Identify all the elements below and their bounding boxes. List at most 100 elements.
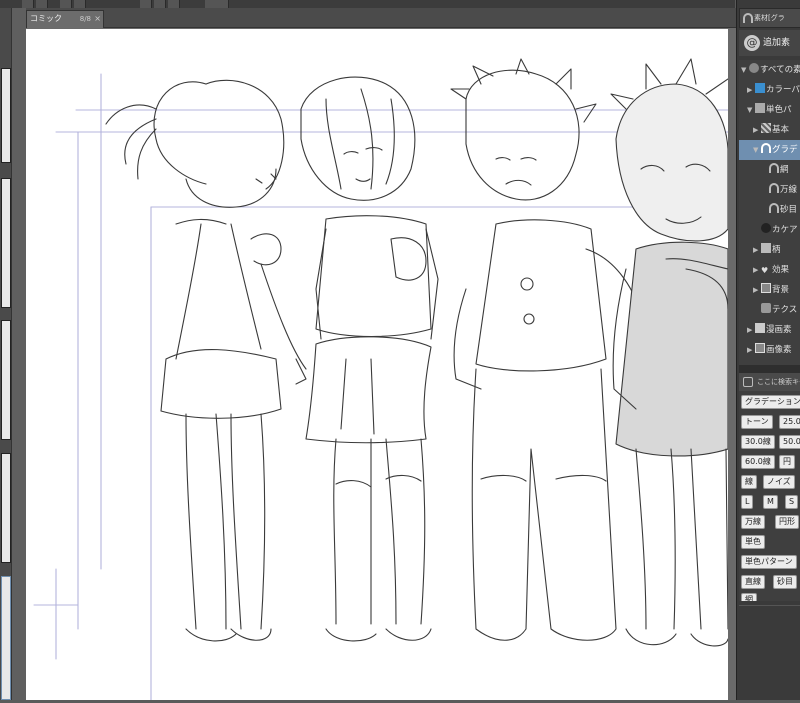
tag-button[interactable]: 網 — [741, 593, 757, 601]
tag-button[interactable]: 線 — [741, 475, 757, 489]
chevron-right-icon[interactable]: ▶ — [753, 260, 761, 280]
tree-item-image[interactable]: ▶ 画像素 — [739, 340, 800, 360]
chevron-right-icon[interactable]: ▶ — [747, 340, 755, 360]
chevron-down-icon[interactable]: ▼ — [753, 140, 761, 160]
scale-tool-icon[interactable] — [168, 0, 180, 8]
page-thumbnail-strip — [0, 8, 12, 700]
tree-item-sand[interactable]: 砂目 — [739, 200, 800, 220]
gradient-icon — [743, 13, 753, 23]
character-ponytail — [105, 79, 307, 642]
page-thumbnail[interactable] — [1, 453, 11, 563]
transform-tool-icon[interactable] — [154, 0, 166, 8]
tag-button[interactable]: 直線 — [741, 575, 765, 589]
tree-item-all-materials[interactable]: ▼ すべての素 — [739, 60, 800, 80]
tree-item-label: カラーパ — [766, 85, 800, 95]
toolbar-button[interactable] — [22, 0, 34, 8]
character-shaggy — [300, 76, 439, 642]
tag-button[interactable]: グラデーション — [741, 395, 800, 409]
material-palette-tab[interactable]: 素材[グラ — [739, 8, 800, 28]
tree-item-label: 柄 — [772, 245, 781, 255]
tree-item-label: 単色パ — [766, 105, 792, 115]
tag-button[interactable]: 単色 — [741, 535, 765, 549]
page-thumbnail[interactable] — [1, 68, 11, 163]
tag-button[interactable]: 60.0線 — [741, 455, 775, 469]
image-icon — [755, 343, 765, 353]
tag-button[interactable]: ノイズ — [763, 475, 795, 489]
tag-button[interactable]: 50.0 — [779, 435, 800, 449]
chevron-down-icon[interactable]: ▼ — [747, 100, 755, 120]
tag-button[interactable]: トーン — [741, 415, 773, 429]
character-sketch — [33, 58, 729, 701]
document-tab-title: コミック — [30, 14, 62, 23]
tree-item-label: すべての素 — [760, 65, 800, 75]
tree-item-pattern[interactable]: ▶ 柄 — [739, 240, 800, 260]
tree-item-label: 砂目 — [780, 205, 798, 215]
tree-item-label: 画像素 — [766, 345, 792, 355]
document-tab-zoom: 8/8 — [79, 15, 91, 23]
gradient-icon — [769, 163, 779, 173]
gradient-icon — [769, 183, 779, 193]
chevron-right-icon[interactable]: ▶ — [747, 80, 755, 100]
tag-button[interactable]: S — [785, 495, 799, 509]
tag-button[interactable]: 25.0 — [779, 415, 800, 429]
palette-gap — [12, 8, 26, 700]
tree-item-color-pattern[interactable]: ▶ カラーパ — [739, 80, 800, 100]
tag-button[interactable]: L — [741, 495, 754, 509]
mono-pattern-icon — [755, 103, 765, 113]
tree-item-manga[interactable]: ▶ 漫画素 — [739, 320, 800, 340]
tag-button[interactable]: M — [763, 495, 778, 509]
tag-button[interactable]: 砂目 — [773, 575, 797, 589]
tag-button[interactable]: 単色パターン — [741, 555, 797, 569]
tree-item-mono-pattern[interactable]: ▼ 単色パ — [739, 100, 800, 120]
chevron-right-icon[interactable]: ▶ — [747, 320, 755, 340]
tree-item-kakea[interactable]: カケア — [739, 220, 800, 240]
tree-item-label: 効果 — [772, 265, 790, 275]
panel-divider[interactable] — [739, 365, 800, 373]
gradient-icon — [761, 143, 771, 153]
tag-button[interactable]: 30.0線 — [741, 435, 775, 449]
material-palette: 素材[グラ @ 追加素 ▼ すべての素 ▶ カラーパ ▼ 単色パ ▶ 基本 ▼ グラデ 網… — [736, 0, 800, 700]
chevron-right-icon[interactable]: ▶ — [753, 240, 761, 260]
select-tool-icon[interactable] — [140, 0, 152, 8]
drawing-canvas[interactable] — [26, 29, 729, 701]
settings-button[interactable] — [205, 0, 229, 8]
tree-item-texture[interactable]: テクス — [739, 300, 800, 320]
top-toolbar — [0, 0, 735, 8]
canvas-window: コミック 8/8 × — [26, 8, 736, 701]
page-thumbnail[interactable] — [1, 320, 11, 440]
page-thumbnail-selected[interactable] — [1, 576, 11, 700]
manga-icon — [755, 323, 765, 333]
tag-button[interactable]: 円 — [779, 455, 795, 469]
toolbar-button[interactable] — [74, 0, 86, 8]
tag-button[interactable]: 万線 — [741, 515, 765, 529]
tree-item-lines[interactable]: 万線 — [739, 180, 800, 200]
tree-item-basic[interactable]: ▶ 基本 — [739, 120, 800, 140]
tag-search-placeholder: ここに検索キー — [757, 378, 800, 386]
document-tab[interactable]: コミック 8/8 × — [26, 10, 104, 28]
tree-item-label: 基本 — [772, 125, 790, 135]
pattern-icon — [761, 243, 771, 253]
page-thumbnail[interactable] — [1, 178, 11, 308]
toolbar-button[interactable] — [36, 0, 48, 8]
tree-item-label: テクス — [772, 305, 798, 315]
tree-item-label: 背景 — [772, 285, 790, 295]
tree-item-gradient[interactable]: ▼ グラデ — [739, 140, 800, 160]
close-icon[interactable]: × — [94, 11, 101, 27]
tree-item-halftone[interactable]: 網 — [739, 160, 800, 180]
tag-search-header[interactable]: ここに検索キー — [739, 373, 800, 391]
material-preview-area — [739, 605, 800, 700]
image-icon — [761, 283, 771, 293]
toolbar-button[interactable] — [60, 0, 72, 8]
chevron-right-icon[interactable]: ▶ — [753, 120, 761, 140]
texture-icon — [761, 303, 771, 313]
chevron-down-icon[interactable]: ▼ — [741, 60, 749, 80]
add-material-button[interactable]: @ 追加素 — [739, 30, 800, 56]
tree-item-background[interactable]: ▶ 背景 — [739, 280, 800, 300]
tree-item-label: 漫画素 — [766, 325, 792, 335]
material-icon — [749, 63, 759, 73]
tag-icon — [743, 377, 753, 387]
tag-button[interactable]: 円形 — [775, 515, 799, 529]
chevron-right-icon[interactable]: ▶ — [753, 280, 761, 300]
checker-icon — [761, 123, 771, 133]
tree-item-effect[interactable]: ▶ ♥ 効果 — [739, 260, 800, 280]
